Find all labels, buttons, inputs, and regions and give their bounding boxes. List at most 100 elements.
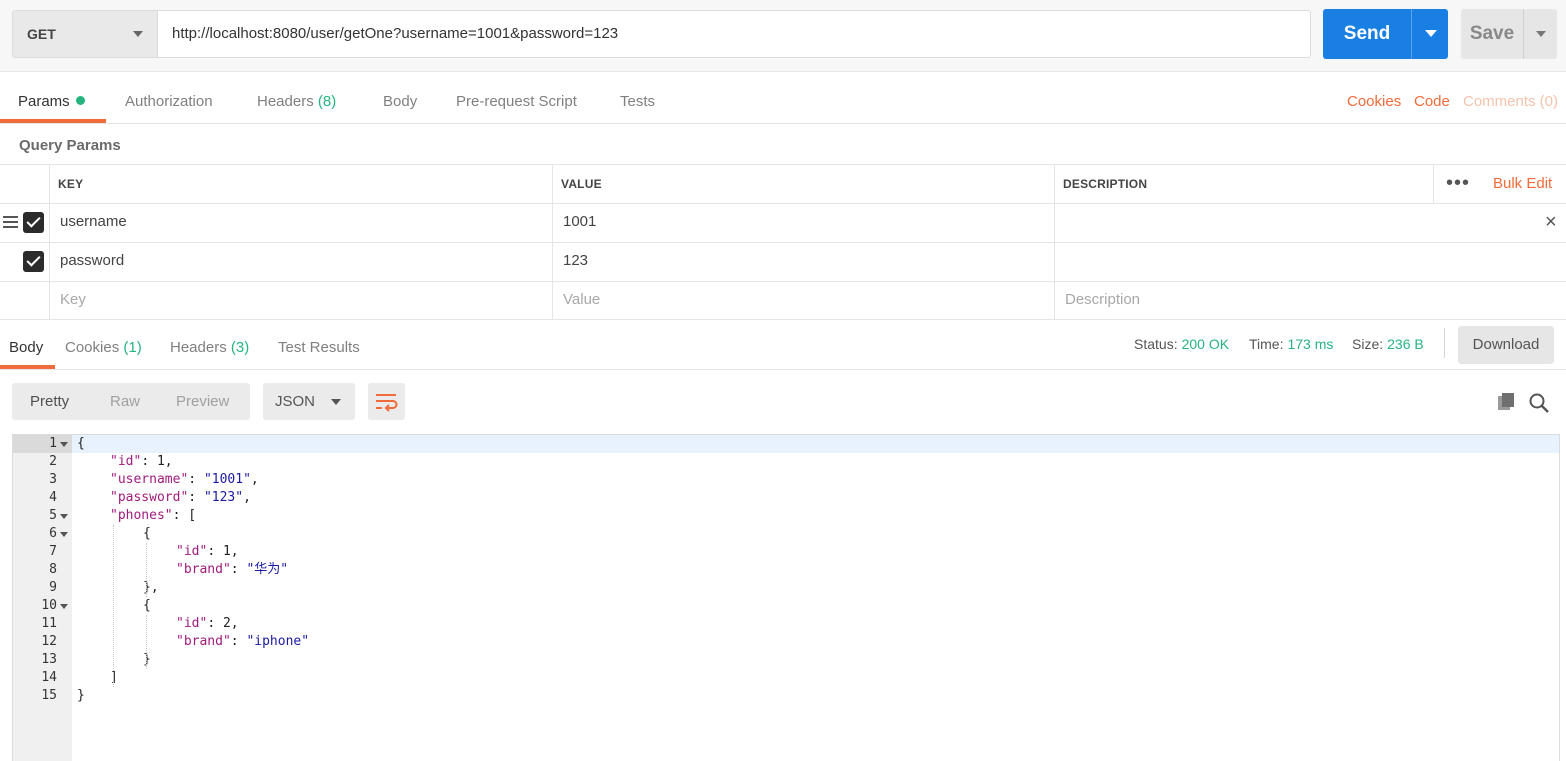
fold-arrow-icon[interactable] <box>60 442 68 447</box>
line-number: 15 <box>41 688 57 703</box>
view-mode-group: Pretty Raw Preview <box>12 383 250 420</box>
copy-icon[interactable] <box>1496 392 1516 412</box>
download-button[interactable]: Download <box>1458 326 1554 364</box>
request-tabs: Params Authorization Headers (8) Body Pr… <box>0 73 1566 124</box>
line-number: 2 <box>49 454 57 469</box>
line-number: 1 <box>49 436 57 451</box>
fold-arrow-icon[interactable] <box>60 514 68 519</box>
new-value-input[interactable]: Value <box>552 282 1055 319</box>
line-number: 8 <box>49 562 57 577</box>
url-input[interactable]: http://localhost:8080/user/getOne?userna… <box>158 10 1311 58</box>
indent-guide <box>113 525 114 687</box>
fold-arrow-icon[interactable] <box>60 532 68 537</box>
param-value-cell[interactable]: 123 <box>552 243 1055 281</box>
code-line: "password": "123", <box>110 490 251 505</box>
wrap-lines-button[interactable] <box>368 383 405 420</box>
raw-button[interactable]: Raw <box>110 383 140 420</box>
chevron-down-icon <box>1425 30 1437 37</box>
new-key-input[interactable]: Key <box>49 282 553 319</box>
tab-label: Authorization <box>125 93 213 110</box>
description-column-header: DESCRIPTION <box>1054 165 1434 203</box>
size-readout: Size: 236 B <box>1352 320 1424 368</box>
tab-label: Pre-request Script <box>456 93 577 110</box>
new-description-input[interactable]: Description <box>1054 282 1566 319</box>
send-button[interactable]: Send <box>1323 9 1411 59</box>
line-number: 3 <box>49 472 57 487</box>
divider <box>1444 328 1445 358</box>
code-line: { <box>77 436 85 451</box>
tab-label: Test Results <box>278 339 360 356</box>
param-key-cell[interactable]: username <box>49 204 553 242</box>
table-header-row: KEY VALUE DESCRIPTION ••• Bulk Edit <box>0 165 1566 204</box>
code-line: { <box>143 598 151 613</box>
param-description-cell[interactable] <box>1054 243 1566 281</box>
bulk-edit-link[interactable]: Bulk Edit <box>1493 165 1552 203</box>
code-line: "id": 1, <box>176 544 239 559</box>
query-params-table: KEY VALUE DESCRIPTION ••• Bulk Edit user… <box>0 164 1566 320</box>
chevron-down-icon <box>331 399 341 405</box>
tab-body[interactable]: Body <box>383 73 417 123</box>
checkbox-icon[interactable] <box>23 212 44 233</box>
line-number: 9 <box>49 580 57 595</box>
line-number: 5 <box>49 508 57 523</box>
format-select[interactable]: JSON <box>263 383 355 420</box>
tab-headers[interactable]: Headers (8) <box>257 73 336 123</box>
active-tab-indicator <box>0 365 55 369</box>
status-label: Status: <box>1134 336 1178 352</box>
search-icon[interactable] <box>1528 392 1550 414</box>
wrap-lines-icon <box>376 394 398 412</box>
response-body-editor[interactable]: 1 2 3 4 5 6 7 8 9 10 11 12 13 14 15 {"id": 1, "username… <box>12 434 1560 761</box>
tab-count: (1) <box>123 339 142 356</box>
line-number: 6 <box>49 526 57 541</box>
tab-label: Body <box>9 339 44 356</box>
save-button[interactable]: Save <box>1461 9 1523 59</box>
param-key-cell[interactable]: password <box>49 243 553 281</box>
format-label: JSON <box>275 393 316 410</box>
code-line: "id": 2, <box>176 616 239 631</box>
chevron-down-icon <box>1536 31 1546 37</box>
tab-authorization[interactable]: Authorization <box>125 73 213 123</box>
line-number: 11 <box>41 616 57 631</box>
code-link[interactable]: Code <box>1414 73 1450 131</box>
line-number: 14 <box>41 670 57 685</box>
save-dropdown-button[interactable] <box>1523 9 1557 59</box>
param-description-cell[interactable] <box>1054 204 1566 242</box>
tab-params[interactable]: Params <box>18 73 85 123</box>
value-column-header: VALUE <box>552 165 1055 203</box>
tab-label: Body <box>383 93 418 110</box>
tab-count: (3) <box>230 339 250 356</box>
size-value: 236 B <box>1387 336 1424 352</box>
param-value-cell[interactable]: 1001 <box>552 204 1055 242</box>
tab-pre-request-script[interactable]: Pre-request Script <box>456 73 577 123</box>
fold-arrow-icon[interactable] <box>60 604 68 609</box>
tab-tests[interactable]: Tests <box>620 73 655 123</box>
indent-guide <box>146 615 147 669</box>
params-active-dot-icon <box>75 96 85 105</box>
time-value: 173 ms <box>1287 336 1334 352</box>
status-readout: Status: 200 OK <box>1134 320 1229 368</box>
pretty-button[interactable]: Pretty <box>30 383 69 420</box>
close-icon[interactable]: × <box>1545 204 1557 240</box>
line-number: 13 <box>41 652 57 667</box>
response-tabs: Body Cookies (1) Headers (3) Test Result… <box>0 320 1566 370</box>
code-line: { <box>143 526 151 541</box>
table-row: password 123 <box>0 243 1566 282</box>
active-tab-indicator <box>0 119 106 123</box>
comments-link[interactable]: Comments (0) <box>1463 73 1558 131</box>
send-dropdown-button[interactable] <box>1411 9 1448 59</box>
drag-handle-icon[interactable] <box>3 216 18 229</box>
method-label: GET <box>27 26 56 42</box>
tab-label: Cookies <box>65 339 120 356</box>
table-row: username 1001 × <box>0 204 1566 243</box>
code-line: "brand": "iphone" <box>176 634 310 649</box>
preview-button[interactable]: Preview <box>176 383 229 420</box>
more-icon[interactable]: ••• <box>1446 165 1470 201</box>
checkbox-icon[interactable] <box>23 251 44 272</box>
tab-response-cookies[interactable]: Cookies (1) <box>65 320 142 376</box>
method-select[interactable]: GET <box>12 10 158 58</box>
tab-response-headers[interactable]: Headers (3) <box>170 320 249 376</box>
tab-count: (8) <box>317 93 337 110</box>
cookies-link[interactable]: Cookies <box>1347 73 1401 131</box>
line-number: 12 <box>41 634 57 649</box>
tab-test-results[interactable]: Test Results <box>278 320 360 376</box>
